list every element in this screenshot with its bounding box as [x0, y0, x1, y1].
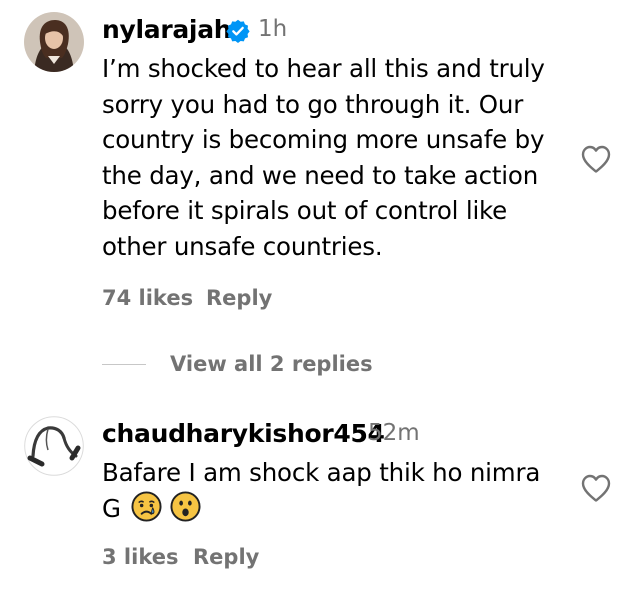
avatar-photo — [24, 416, 84, 476]
verified-badge-icon — [226, 19, 250, 43]
open-mouth-face-emoji — [170, 491, 201, 522]
comment-timestamp: 1h — [258, 16, 288, 42]
comment-username[interactable]: nylarajah — [102, 15, 232, 44]
comments-panel: nylarajah 1h I’m shocked to hear all thi… — [0, 0, 636, 589]
heart-icon[interactable] — [580, 144, 612, 174]
replies-divider — [102, 364, 146, 365]
heart-icon[interactable] — [580, 473, 612, 503]
like-count[interactable]: 74 likes — [102, 286, 193, 310]
reply-button[interactable]: Reply — [206, 286, 272, 310]
crying-face-emoji — [131, 491, 162, 522]
avatar-photo — [24, 12, 84, 72]
like-count[interactable]: 3 likes — [102, 545, 178, 569]
comment-username[interactable]: chaudharykishor454 — [102, 419, 385, 448]
comment-text: I’m shocked to hear all this and truly s… — [102, 54, 545, 261]
comment-timestamp: 52m — [368, 420, 420, 446]
avatar-chaudharykishor454[interactable] — [24, 416, 84, 476]
comment-text: Bafare I am shock aap thik ho nimra G — [102, 458, 541, 523]
avatar-nylarajah[interactable] — [24, 12, 84, 72]
view-replies-button[interactable]: View all 2 replies — [170, 352, 373, 376]
reply-button[interactable]: Reply — [193, 545, 259, 569]
